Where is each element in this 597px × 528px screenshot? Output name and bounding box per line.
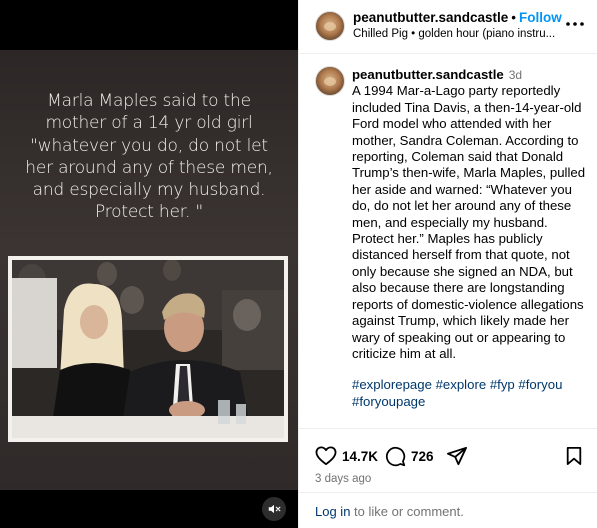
reel-media[interactable]: Marla Maples said to the mother of a 14 … (0, 0, 298, 528)
comment-icon (385, 446, 406, 467)
post-header: peanutbutter.sandcastle • Follow Chilled P… (299, 0, 597, 54)
post-actions: 14.7K 726 3 days ago (299, 428, 597, 492)
caption-hashtags[interactable]: #explorepage #explore #fyp #foryou #fory… (352, 377, 592, 410)
login-prompt-rest: to like or comment. (350, 504, 464, 519)
comment-count[interactable]: 726 (411, 449, 434, 464)
caption-author-avatar[interactable] (315, 66, 345, 96)
login-prompt: Log in to like or comment. (299, 492, 597, 528)
mute-button[interactable] (262, 497, 286, 521)
quote-overlay-text: Marla Maples said to the mother of a 14 … (25, 91, 273, 223)
caption-text: A 1994 Mar-a-Lago party reportedly inclu… (352, 83, 586, 361)
couple-photo-illustration (12, 260, 284, 438)
embedded-photo-frame (8, 256, 288, 442)
like-count[interactable]: 14.7K (342, 449, 378, 464)
follow-button[interactable]: Follow (519, 10, 562, 25)
post-details-panel: peanutbutter.sandcastle • Follow Chilled P… (298, 0, 597, 528)
media-bottom-letterbox (0, 490, 298, 528)
media-top-letterbox (0, 0, 298, 50)
reel-frame: Marla Maples said to the mother of a 14 … (0, 50, 298, 490)
more-horizontal-icon (566, 22, 584, 26)
couple-photo (12, 260, 284, 438)
caption-username[interactable]: peanutbutter.sandcastle (352, 67, 504, 82)
login-link[interactable]: Log in (315, 504, 350, 519)
author-line: peanutbutter.sandcastle • Follow (353, 10, 562, 25)
like-button[interactable]: 14.7K (315, 446, 378, 466)
more-options-button[interactable] (565, 14, 585, 34)
caption-section: peanutbutter.sandcastle 3d A 1994 Mar-a-L… (299, 54, 597, 428)
send-icon (446, 446, 467, 466)
login-prompt-text: Log in to like or comment. (315, 504, 464, 519)
save-button[interactable] (565, 446, 583, 466)
audio-track-label[interactable]: Chilled Pig • golden hour (piano instru.… (353, 28, 563, 40)
author-avatar[interactable] (315, 11, 345, 41)
speaker-muted-icon (268, 504, 281, 514)
post-date[interactable]: 3 days ago (315, 473, 371, 485)
caption-timestamp: 3d (508, 68, 523, 82)
author-username[interactable]: peanutbutter.sandcastle (353, 10, 508, 25)
comment-button[interactable]: 726 (385, 446, 434, 467)
heart-icon (315, 446, 337, 466)
caption-block: peanutbutter.sandcastle 3d A 1994 Mar-a-L… (352, 67, 592, 410)
bookmark-icon (566, 447, 582, 465)
share-button[interactable] (446, 446, 468, 466)
header-separator: • (511, 10, 517, 25)
